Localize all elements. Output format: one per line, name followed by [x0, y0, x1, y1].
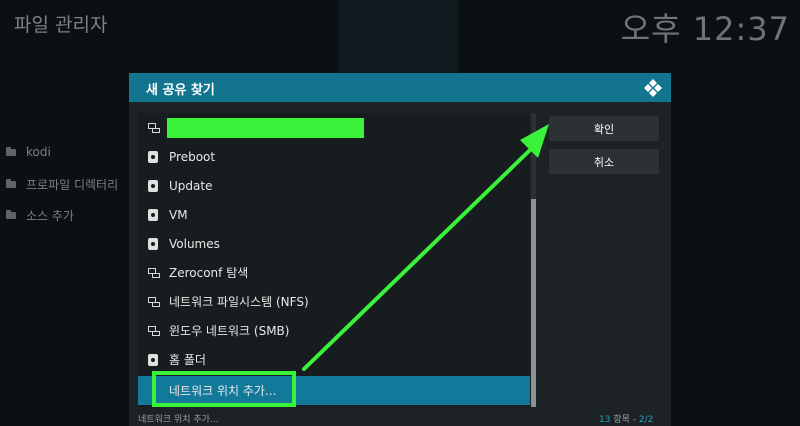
network-icon: [147, 297, 160, 307]
list-item-nfs[interactable]: 네트워크 파일시스템 (NFS): [138, 287, 530, 316]
list-item-label: Update: [169, 178, 213, 193]
drive-icon: [148, 179, 158, 192]
sidebar-item-kodi[interactable]: kodi: [6, 145, 51, 159]
background-glow: [338, 0, 458, 80]
sidebar-item-label: 프로파일 디렉터리: [26, 178, 119, 192]
drive-icon: [148, 353, 158, 366]
folder-icon: [6, 179, 16, 188]
list-item-label: VM: [169, 207, 188, 222]
list-item-update[interactable]: Update: [138, 171, 530, 200]
list-item-label: Preboot: [169, 149, 216, 164]
list-item-preboot[interactable]: Preboot: [138, 142, 530, 171]
network-icon: [147, 268, 160, 278]
list-item-volumes[interactable]: Volumes: [138, 229, 530, 258]
drive-icon: [148, 237, 158, 250]
item-count: 13: [599, 415, 611, 425]
list-scrollbar[interactable]: [531, 113, 536, 407]
list-item-zeroconf[interactable]: Zeroconf 탐색: [138, 258, 530, 287]
folder-icon: [6, 146, 16, 156]
page-indicator: 2/2: [638, 415, 654, 425]
kodi-logo-icon: [644, 79, 662, 97]
list-item-label: Zeroconf 탐색: [169, 266, 249, 280]
list-item-label: 윈도우 네트워크 (SMB): [169, 324, 290, 338]
ok-button[interactable]: 확인: [549, 116, 659, 141]
list-item-smb[interactable]: 윈도우 네트워크 (SMB): [138, 316, 530, 345]
list-item-label: 네트워크 파일시스템 (NFS): [169, 295, 309, 309]
selected-item-caption: 네트워크 위치 추가...: [138, 415, 219, 425]
network-icon: [147, 326, 160, 336]
network-icon: [147, 123, 160, 133]
clock: 오후 12:37: [620, 10, 790, 48]
folder-icon: [6, 210, 16, 219]
cancel-button[interactable]: 취소: [549, 149, 659, 174]
list-item-label: 홈 폴더: [169, 353, 206, 367]
list-item-vm[interactable]: VM: [138, 200, 530, 229]
sidebar-item-label: kodi: [26, 145, 51, 159]
sidebar-item-label: 소스 추가: [26, 209, 74, 223]
redaction-box: [167, 117, 364, 138]
item-count-footer: 13 항목 - 2/2: [599, 415, 654, 425]
scrollbar-thumb[interactable]: [531, 199, 536, 407]
page-title: 파일 관리자: [14, 14, 108, 36]
item-count-label: 항목: [613, 415, 630, 425]
share-list: Preboot Update VM Volumes Zeroconf 탐색 네트…: [138, 113, 530, 407]
dialog-title: 새 공유 찾기: [146, 83, 215, 98]
annotation-highlight-box: [152, 371, 296, 407]
drive-icon: [148, 150, 158, 163]
list-item-redacted[interactable]: [138, 113, 530, 142]
dialog-header: 새 공유 찾기: [129, 73, 671, 102]
drive-icon: [148, 208, 158, 221]
list-item-label: Volumes: [169, 236, 220, 251]
list-item-home-folder[interactable]: 홈 폴더: [138, 345, 530, 374]
sidebar-item-add-source[interactable]: 소스 추가: [6, 207, 74, 224]
sidebar-item-profile-directory[interactable]: 프로파일 디렉터리: [6, 176, 118, 193]
